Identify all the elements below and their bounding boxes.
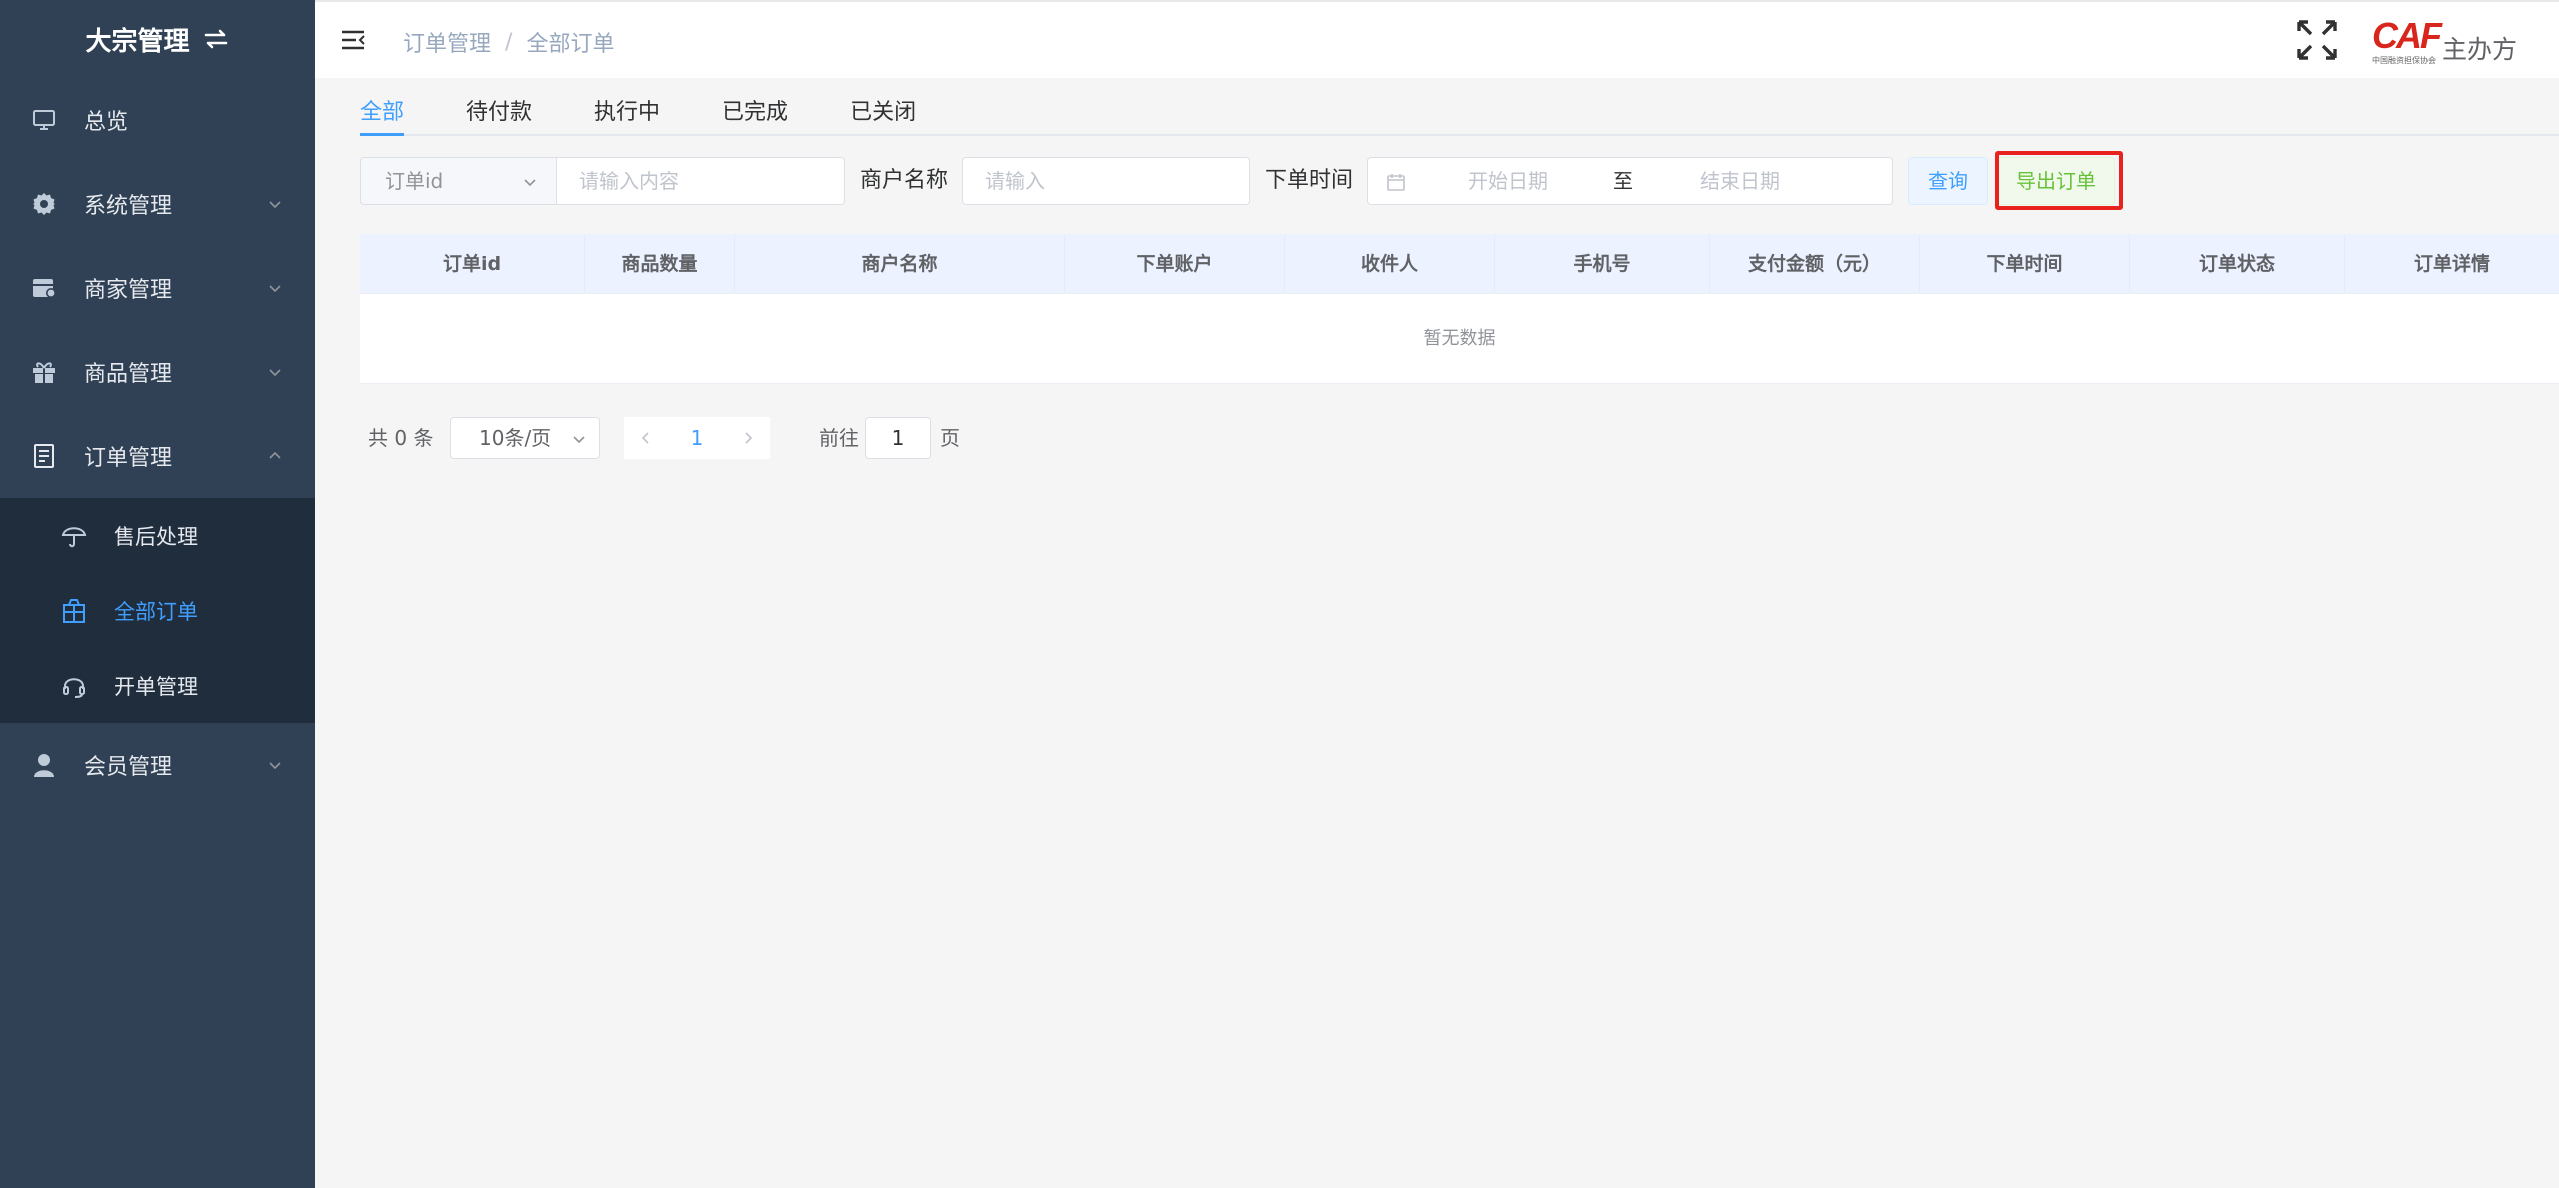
sidebar-item-label: 商家管理 xyxy=(84,278,173,303)
sidebar-item-members[interactable]: 会员管理 xyxy=(0,723,315,807)
sidebar-brand: 大宗管理 xyxy=(0,0,315,78)
order-date-range-picker[interactable]: 开始日期 至 结束日期 xyxy=(1367,157,1893,205)
breadcrumb: 订单管理 / 全部订单 xyxy=(403,26,614,58)
column-header: 收件人 xyxy=(1285,234,1495,293)
chevron-down-icon xyxy=(571,431,587,447)
chevron-down-icon xyxy=(267,280,283,296)
sidebar-item-orders[interactable]: 订单管理 xyxy=(0,414,315,498)
sidebar-item-label: 总览 xyxy=(84,110,129,135)
breadcrumb-separator: / xyxy=(505,29,513,55)
column-header: 支付金额（元） xyxy=(1710,234,1920,293)
user-icon xyxy=(30,751,58,779)
order-field-select-value: 订单id xyxy=(385,169,444,193)
umbrella-icon xyxy=(60,522,88,550)
chevron-down-icon xyxy=(267,364,283,380)
chevron-up-icon xyxy=(267,448,283,464)
export-highlight-annotation xyxy=(1995,151,2123,210)
range-separator: 至 xyxy=(1613,169,1633,193)
query-button[interactable]: 查询 xyxy=(1908,157,1988,205)
chevron-right-icon xyxy=(745,432,753,444)
sidebar-item-merchant[interactable]: 商家管理 xyxy=(0,246,315,330)
host-name[interactable]: 主办方 xyxy=(2442,30,2517,66)
tab-closed[interactable]: 已关闭 xyxy=(850,78,916,134)
calendar-icon xyxy=(1386,172,1406,192)
headset-icon xyxy=(60,672,88,700)
pagination-total: 共 0 条 xyxy=(368,426,434,450)
document-icon xyxy=(30,442,58,470)
sidebar: 大宗管理 总览 系统管理 商家管理 商品管理 订单管理 售后处理 全部订单 开单… xyxy=(0,0,315,1188)
prev-page-button[interactable] xyxy=(624,417,668,459)
tab-in-progress[interactable]: 执行中 xyxy=(594,78,660,134)
sidebar-item-label: 会员管理 xyxy=(84,755,173,780)
page-number-current[interactable]: 1 xyxy=(668,417,726,459)
chevron-down-icon xyxy=(267,757,283,773)
page-size-value: 10条/页 xyxy=(479,426,552,450)
sidebar-item-after-sales[interactable]: 售后处理 xyxy=(0,498,315,573)
sidebar-item-label: 订单管理 xyxy=(84,446,173,471)
table-header: 订单id 商品数量 商户名称 下单账户 收件人 手机号 支付金额（元） 下单时间… xyxy=(360,234,2559,294)
order-time-label: 下单时间 xyxy=(1265,168,1354,193)
sidebar-item-label: 售后处理 xyxy=(114,524,198,549)
start-date-input[interactable]: 开始日期 xyxy=(1468,158,1548,204)
breadcrumb-item-current: 全部订单 xyxy=(526,32,615,57)
column-header: 下单时间 xyxy=(1920,234,2130,293)
orders-table: 订单id 商品数量 商户名称 下单账户 收件人 手机号 支付金额（元） 下单时间… xyxy=(360,234,2559,384)
order-status-tabs: 全部 待付款 执行中 已完成 已关闭 xyxy=(360,78,2559,136)
column-header: 订单状态 xyxy=(2130,234,2345,293)
chevron-left-icon xyxy=(641,432,649,444)
top-header: 订单管理 / 全部订单 CAF 中国融资担保协会 主办方 xyxy=(315,0,2559,78)
goto-label: 前往 xyxy=(819,426,859,450)
sidebar-item-goods[interactable]: 商品管理 xyxy=(0,330,315,414)
goto-unit: 页 xyxy=(940,426,960,450)
shop-icon xyxy=(30,274,58,302)
breadcrumb-item[interactable]: 订单管理 xyxy=(403,26,491,58)
end-date-input[interactable]: 结束日期 xyxy=(1700,158,1780,204)
sidebar-item-all-orders[interactable]: 全部订单 xyxy=(0,573,315,648)
orders-submenu: 售后处理 全部订单 开单管理 xyxy=(0,498,315,723)
column-header: 下单账户 xyxy=(1065,234,1285,293)
merchant-name-input[interactable]: 请输入 xyxy=(962,157,1250,205)
order-search-input[interactable]: 请输入内容 xyxy=(557,157,845,205)
column-header: 订单详情 xyxy=(2413,253,2490,275)
caf-logo-subtext: 中国融资担保协会 xyxy=(2372,56,2436,65)
caf-logo: CAF 中国融资担保协会 xyxy=(2372,15,2442,74)
column-header: 手机号 xyxy=(1495,234,1710,293)
sidebar-item-overview[interactable]: 总览 xyxy=(0,78,315,162)
tab-all[interactable]: 全部 xyxy=(360,78,405,136)
fullscreen-icon[interactable] xyxy=(2295,18,2339,62)
page-size-select[interactable]: 10条/页 xyxy=(450,417,600,459)
sidebar-item-label: 全部订单 xyxy=(114,599,198,624)
goto-page-input[interactable]: 1 xyxy=(865,417,931,459)
chevron-down-icon xyxy=(522,174,538,190)
package-icon xyxy=(60,597,88,625)
brand-title: 大宗管理 xyxy=(85,26,190,57)
filter-bar: 订单id 请输入内容 商户名称 请输入 下单时间 开始日期 至 结束日期 查询 … xyxy=(360,157,2559,205)
monitor-icon xyxy=(30,106,58,134)
next-page-button[interactable] xyxy=(726,417,770,459)
tab-completed[interactable]: 已完成 xyxy=(722,78,788,134)
gift-icon xyxy=(30,358,58,386)
tab-pending-payment[interactable]: 待付款 xyxy=(466,78,532,134)
sidebar-item-label: 开单管理 xyxy=(114,674,198,699)
sidebar-item-billing[interactable]: 开单管理 xyxy=(0,648,315,723)
table-empty-state: 暂无数据 xyxy=(360,294,2559,384)
sidebar-item-system[interactable]: 系统管理 xyxy=(0,162,315,246)
hamburger-icon[interactable] xyxy=(339,26,367,54)
switch-icon[interactable] xyxy=(202,27,230,51)
merchant-name-label: 商户名称 xyxy=(860,168,949,193)
chevron-down-icon xyxy=(267,196,283,212)
sidebar-item-label: 商品管理 xyxy=(84,362,173,387)
column-header: 商品数量 xyxy=(585,234,735,293)
column-header: 订单id xyxy=(360,234,585,293)
gear-icon xyxy=(30,190,58,218)
order-field-select[interactable]: 订单id xyxy=(360,157,557,205)
column-header: 商户名称 xyxy=(735,234,1065,293)
caf-logo-text: CAF xyxy=(2372,15,2442,56)
sidebar-item-label: 系统管理 xyxy=(84,194,173,219)
